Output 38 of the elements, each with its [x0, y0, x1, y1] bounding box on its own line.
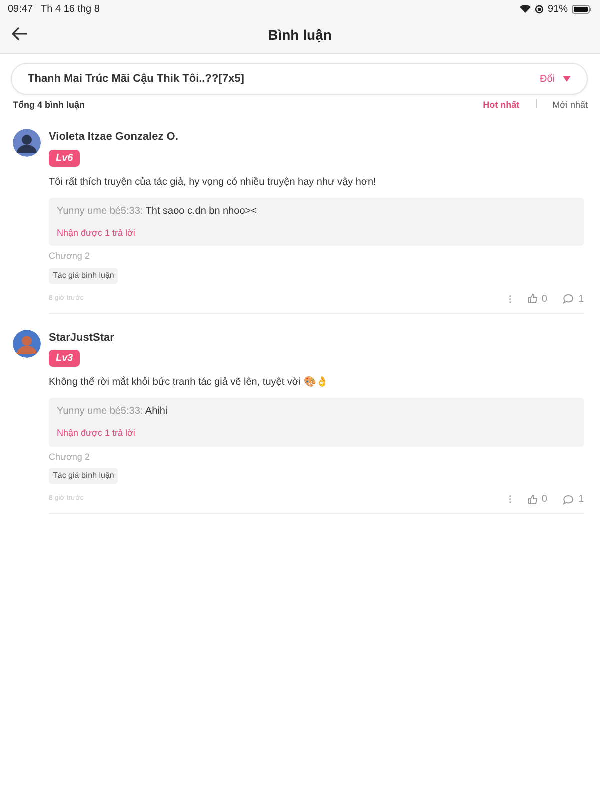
avatar[interactable]: [13, 129, 41, 157]
date-text: Th 4 16 thg 8: [41, 2, 100, 16]
like-count: 0: [542, 292, 548, 306]
view-replies-link[interactable]: Nhận được 1 trả lời: [57, 427, 576, 440]
comment-icon[interactable]: [563, 494, 574, 504]
like-icon[interactable]: [528, 494, 538, 504]
battery-icon: [572, 4, 592, 14]
reply-count: 1: [578, 493, 584, 507]
page-title: Bình luận: [268, 26, 332, 45]
comment-text: Không thể rời mắt khỏi bức tranh tác giả vẽ lên, tuyệt vời 🎨👌: [49, 375, 329, 390]
comment-text: Tôi rất thích truyện của tác giả, hy vọng có nhiều truyện hay như vậy hơn!: [49, 176, 378, 190]
reply-text: Yunny ume bé5:33: Ahihi: [57, 405, 169, 419]
username[interactable]: StarJustStar: [49, 330, 584, 346]
caret-icon: [563, 76, 571, 82]
comment-count-text: Tổng 4 bình luận: [13, 99, 85, 111]
chapter-selector[interactable]: Thanh Mai Trúc Mãi Cậu Thik Tôi..??[7x5] Đổi: [11, 63, 588, 95]
chapter-text: Chương 2: [49, 450, 91, 464]
username[interactable]: Violeta Itzae Gonzalez O.: [49, 129, 584, 146]
author-tag: Tác giả bình luận: [49, 268, 118, 284]
like-icon[interactable]: [528, 294, 538, 304]
view-replies-link[interactable]: Nhận được 1 trả lời: [57, 226, 576, 240]
more-icon[interactable]: [508, 294, 512, 304]
wifi-icon: [520, 5, 531, 13]
comment-icon[interactable]: [563, 294, 574, 304]
battery-percent-text: 91%: [548, 2, 568, 16]
reply-text: Yunny ume bé5:33: Tht saoo c.dn bn nhoo><: [57, 204, 258, 218]
clock-text: 09:47: [8, 2, 34, 16]
chapter-text: Chương 2: [49, 250, 91, 263]
sort-tab[interactable]: Mới nhất: [552, 99, 588, 111]
author-tag: Tác giả bình luận: [49, 468, 118, 484]
sort-tab[interactable]: Hot nhất: [483, 99, 520, 111]
like-count: 0: [542, 493, 548, 507]
level-badge: Lv3: [49, 350, 80, 367]
level-badge: Lv6: [49, 150, 80, 166]
more-icon[interactable]: [508, 495, 512, 504]
back-arrow-icon[interactable]: [12, 27, 28, 41]
lock-rotation-icon: [534, 4, 544, 14]
reply-count: 1: [578, 292, 584, 306]
